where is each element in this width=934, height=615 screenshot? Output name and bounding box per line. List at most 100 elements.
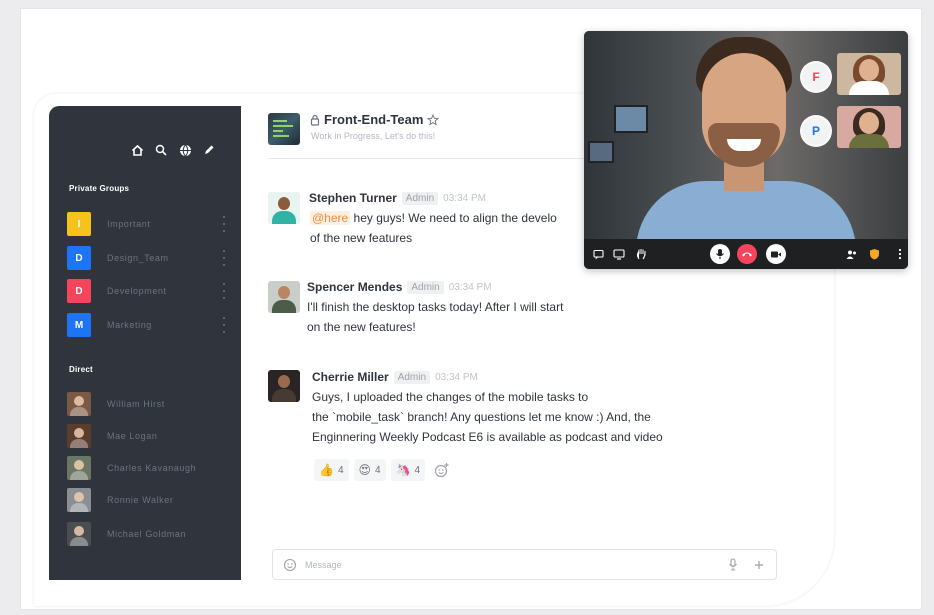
sidebar-item-direct[interactable]: Michael Goldman: [67, 522, 229, 546]
directory-icon[interactable]: [177, 142, 193, 158]
message-body: @here hey guys! We need to align the dev…: [310, 208, 557, 248]
sidebar-item-direct[interactable]: William Hirst: [67, 392, 229, 416]
background-monitor: [588, 141, 614, 163]
sidebar-item-design-team[interactable]: D Design_Team: [67, 246, 229, 270]
message-input-placeholder[interactable]: Message: [305, 560, 714, 570]
sidebar-item-development[interactable]: D Development: [67, 279, 229, 303]
message-text: hey guys! We need to align the develo: [350, 211, 557, 225]
avatar: [67, 424, 91, 448]
star-icon[interactable]: [427, 113, 440, 126]
group-badge: M: [67, 313, 91, 337]
thumbs-up-icon: 👍: [319, 463, 334, 477]
kebab-menu-icon[interactable]: [221, 250, 227, 266]
sidebar-item-label: Development: [107, 286, 167, 296]
sidebar-item-direct[interactable]: Charles Kavanaugh: [67, 456, 229, 480]
sidebar-item-label: Design_Team: [107, 253, 169, 263]
sidebar-item-direct[interactable]: Mae Logan: [67, 424, 229, 448]
channel-name: Front-End-Team: [324, 112, 424, 127]
role-badge: Admin: [407, 280, 444, 294]
message-time: 03:34 PM: [435, 371, 478, 383]
sidebar-item-label: Charles Kavanaugh: [107, 463, 197, 473]
create-new-icon[interactable]: [201, 142, 217, 158]
reaction-thumbs-up[interactable]: 👍 4: [314, 459, 349, 481]
heart-eyes-icon: 😍: [358, 463, 372, 477]
message-author[interactable]: Stephen Turner: [309, 191, 397, 205]
raise-hand-icon[interactable]: [633, 246, 649, 262]
message-author[interactable]: Cherrie Miller: [312, 370, 389, 384]
sidebar-toolbar: [129, 142, 217, 158]
unicorn-icon: 🦄: [395, 463, 411, 477]
add-reaction-button[interactable]: [430, 459, 454, 481]
message-author[interactable]: Spencer Mendes: [307, 280, 402, 294]
participant-bubble[interactable]: F: [800, 61, 832, 93]
background-monitor: [614, 105, 648, 133]
plus-icon[interactable]: [752, 558, 766, 572]
reaction-unicorn[interactable]: 🦄 4: [390, 459, 426, 481]
sidebar-item-label: Michael Goldman: [107, 529, 187, 539]
sidebar-item-label: William Hirst: [107, 399, 165, 409]
reactions-bar: 👍 4 😍 4 🦄 4: [314, 459, 454, 481]
sidebar-item-label: Marketing: [107, 320, 152, 330]
role-badge: Admin: [393, 370, 431, 384]
video-call-window[interactable]: F P: [584, 31, 908, 269]
reaction-count: 4: [414, 464, 421, 476]
avatar: [67, 456, 91, 480]
search-icon[interactable]: [153, 142, 169, 158]
kebab-menu-icon[interactable]: [221, 317, 227, 333]
channel-avatar: [268, 113, 300, 145]
participant-bubble[interactable]: P: [800, 115, 832, 147]
avatar: [268, 192, 300, 224]
mention-tag[interactable]: @here: [310, 211, 351, 225]
message-time: 03:34 PM: [443, 192, 486, 204]
message-text: Guys, I uploaded the changes of the mobi…: [312, 390, 589, 404]
camera-icon[interactable]: [766, 244, 786, 264]
message-text: Enginnering Weekly Podcast E6 is availab…: [312, 430, 663, 444]
message-text: on the new features!: [307, 320, 416, 334]
channel-topic: Work in Progress, Let's do this!: [311, 131, 436, 141]
shield-icon[interactable]: [866, 246, 882, 262]
sidebar-item-important[interactable]: I Important: [67, 212, 229, 236]
emoji-icon[interactable]: [283, 558, 297, 572]
avatar: [67, 488, 91, 512]
reaction-count: 4: [375, 464, 381, 476]
reaction-heart-eyes[interactable]: 😍 4: [353, 459, 386, 481]
participant-initial: F: [812, 70, 820, 84]
more-icon[interactable]: [892, 246, 908, 262]
sidebar-item-direct[interactable]: Ronnie Walker: [67, 488, 229, 512]
sidebar-item-label: Ronnie Walker: [107, 495, 174, 505]
participant-thumbnail[interactable]: [837, 53, 901, 95]
avatar: [67, 522, 91, 546]
group-badge: D: [67, 246, 91, 270]
sidebar-item-marketing[interactable]: M Marketing: [67, 313, 229, 337]
participant-thumbnail[interactable]: [837, 106, 901, 148]
main-video-feed: F P: [584, 31, 908, 239]
participant-initial: P: [811, 124, 820, 138]
reaction-count: 4: [337, 464, 344, 476]
sidebar-item-label: Mae Logan: [107, 431, 158, 441]
hangup-icon[interactable]: [737, 244, 757, 264]
sidebar: Private Groups I Important D Design_Team…: [49, 106, 241, 580]
message-header: Spencer Mendes Admin 03:34 PM: [307, 280, 492, 294]
message-text: I'll finish the desktop tasks today! Aft…: [307, 300, 564, 314]
kebab-menu-icon[interactable]: [221, 216, 227, 232]
participants-icon[interactable]: [844, 246, 860, 262]
chat-icon[interactable]: [590, 246, 606, 262]
microphone-icon[interactable]: [710, 244, 730, 264]
home-icon[interactable]: [129, 142, 145, 158]
direct-heading: Direct: [69, 365, 93, 374]
lock-icon: [310, 114, 320, 126]
channel-header: Front-End-Team: [310, 112, 440, 127]
header-divider: [268, 158, 586, 159]
message-body: I'll finish the desktop tasks today! Aft…: [307, 297, 563, 337]
group-badge: D: [67, 279, 91, 303]
kebab-menu-icon[interactable]: [221, 283, 227, 299]
message-header: Stephen Turner Admin 03:34 PM: [309, 191, 486, 205]
private-groups-heading: Private Groups: [69, 184, 130, 193]
group-badge: I: [67, 212, 91, 236]
avatar: [268, 370, 300, 402]
message-composer[interactable]: Message: [272, 549, 777, 580]
microphone-icon[interactable]: [726, 558, 740, 572]
screen-share-icon[interactable]: [611, 246, 627, 262]
role-badge: Admin: [401, 191, 439, 205]
avatar: [67, 392, 91, 416]
